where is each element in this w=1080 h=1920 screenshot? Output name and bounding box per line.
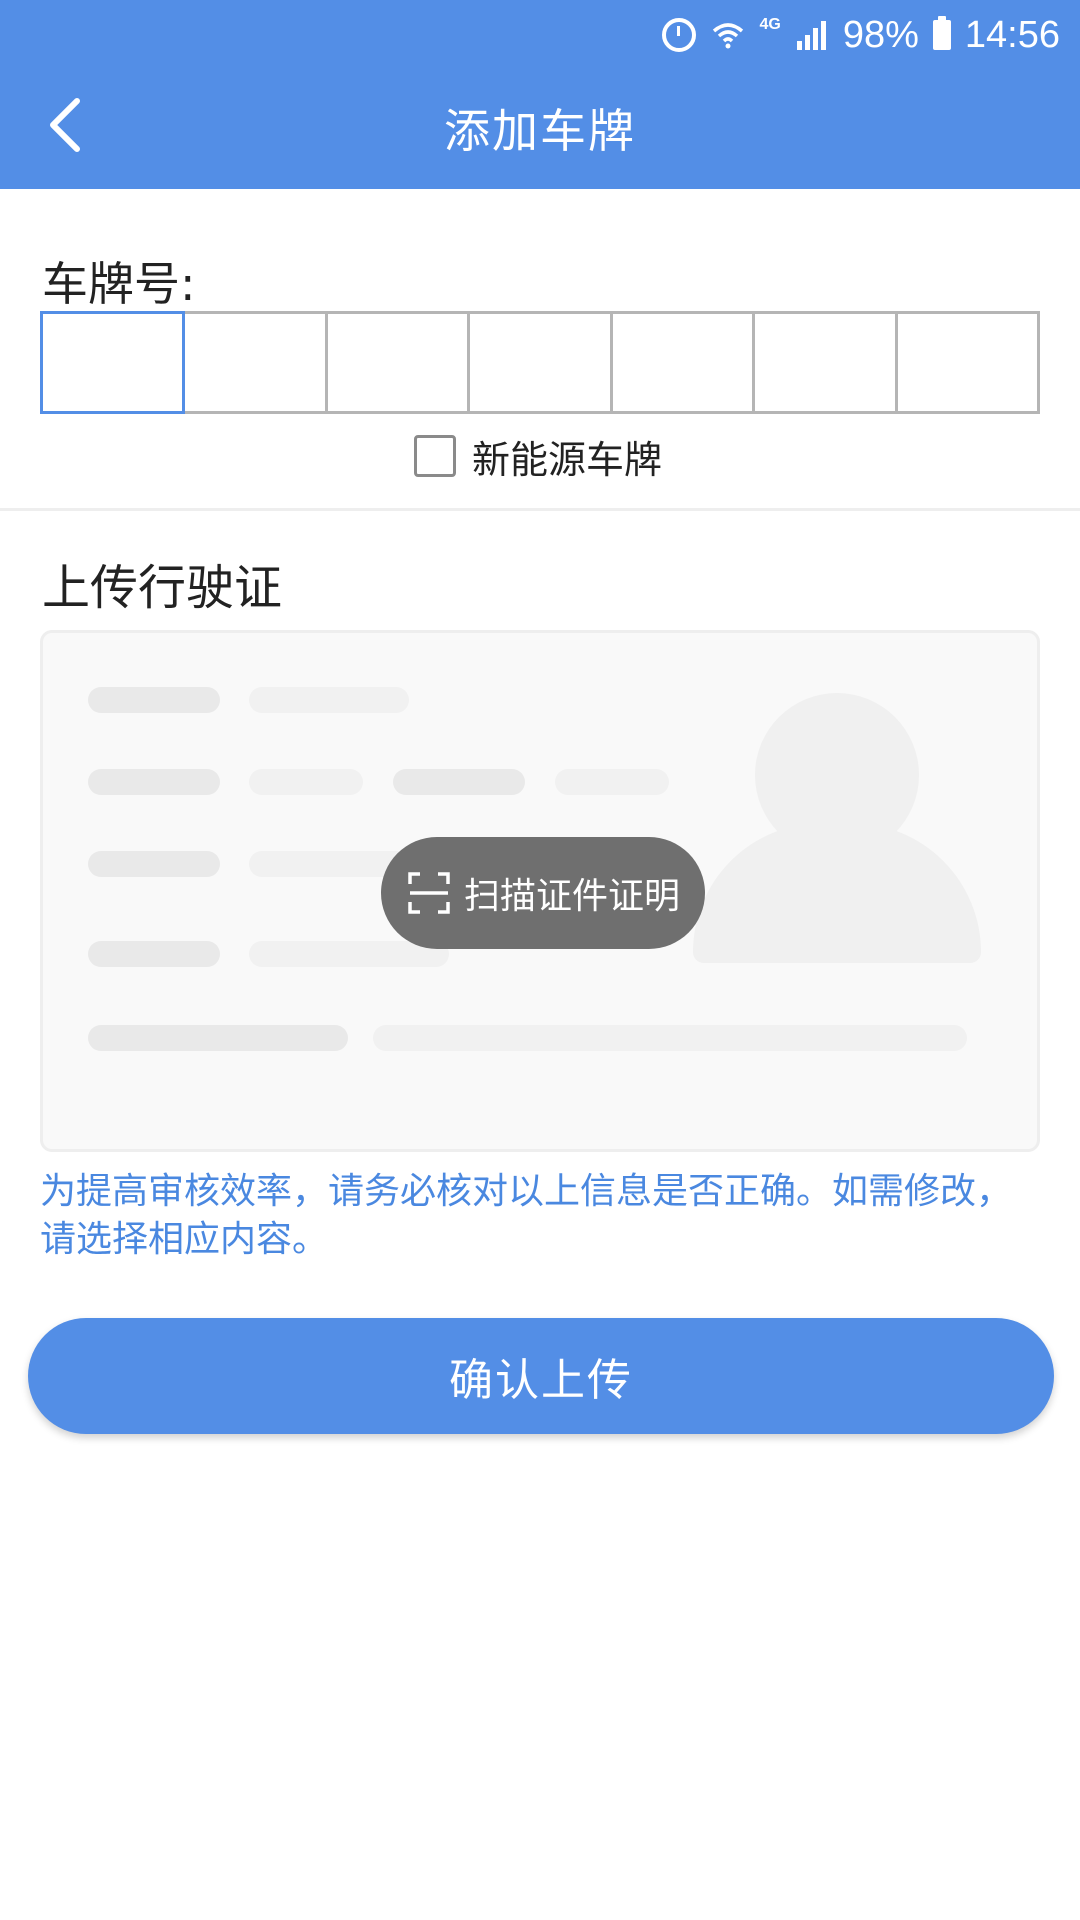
new-energy-plate-option[interactable]: 新能源车牌: [414, 432, 662, 482]
placeholder-line: [373, 1025, 967, 1051]
placeholder-line: [88, 941, 220, 967]
placeholder-line: [249, 687, 409, 713]
placeholder-line: [88, 1025, 348, 1051]
battery-percent: 98%: [842, 13, 919, 56]
page-title: 添加车牌: [444, 104, 636, 158]
wifi-icon: [712, 23, 743, 49]
license-upload-area[interactable]: 扫描证件证明: [40, 630, 1040, 1152]
plate-number-label: 车牌号:: [42, 257, 196, 311]
new-energy-label: 新能源车牌: [472, 437, 663, 482]
clock: 14:56: [964, 13, 1060, 56]
plate-char-input-2[interactable]: [182, 311, 328, 414]
section-divider: [0, 508, 1080, 511]
add-plate-page: 4G 98% 14:56 添加车牌 车牌号: 新能源车牌 上传行驶证 扫描证件证…: [0, 0, 1080, 1920]
verification-hint: 为提高审核效率，请务必核对以上信息是否正确。如需修改，请选择相应内容。: [40, 1171, 1013, 1260]
upload-license-title: 上传行驶证: [42, 560, 283, 616]
placeholder-line: [88, 769, 220, 795]
placeholder-line: [555, 769, 669, 795]
avatar-placeholder-body: [693, 823, 981, 963]
signal-icon: [796, 21, 826, 50]
new-energy-checkbox[interactable]: [414, 435, 456, 477]
placeholder-line: [249, 769, 363, 795]
plate-char-input-4[interactable]: [467, 311, 613, 414]
placeholder-line: [88, 851, 220, 877]
alarm-icon: [661, 18, 696, 52]
scan-document-label: 扫描证件证明: [463, 876, 680, 917]
plate-char-input-5[interactable]: [609, 311, 756, 414]
plate-char-input-7[interactable]: [894, 311, 1040, 414]
scan-document-button[interactable]: 扫描证件证明: [381, 837, 705, 949]
status-bar: 4G 98% 14:56: [661, 10, 1060, 60]
placeholder-line: [393, 769, 525, 795]
top-header: 4G 98% 14:56 添加车牌: [0, 0, 1080, 189]
scan-frame-icon: [408, 872, 450, 914]
network-type-label: 4G: [759, 16, 781, 33]
battery-icon: [932, 16, 951, 50]
plate-number-input-group: [40, 311, 1040, 414]
plate-char-input-6[interactable]: [752, 311, 898, 414]
placeholder-line: [88, 687, 220, 713]
confirm-upload-button[interactable]: 确认上传: [28, 1318, 1054, 1434]
plate-char-input-1[interactable]: [40, 311, 186, 414]
plate-char-input-3[interactable]: [324, 311, 471, 414]
